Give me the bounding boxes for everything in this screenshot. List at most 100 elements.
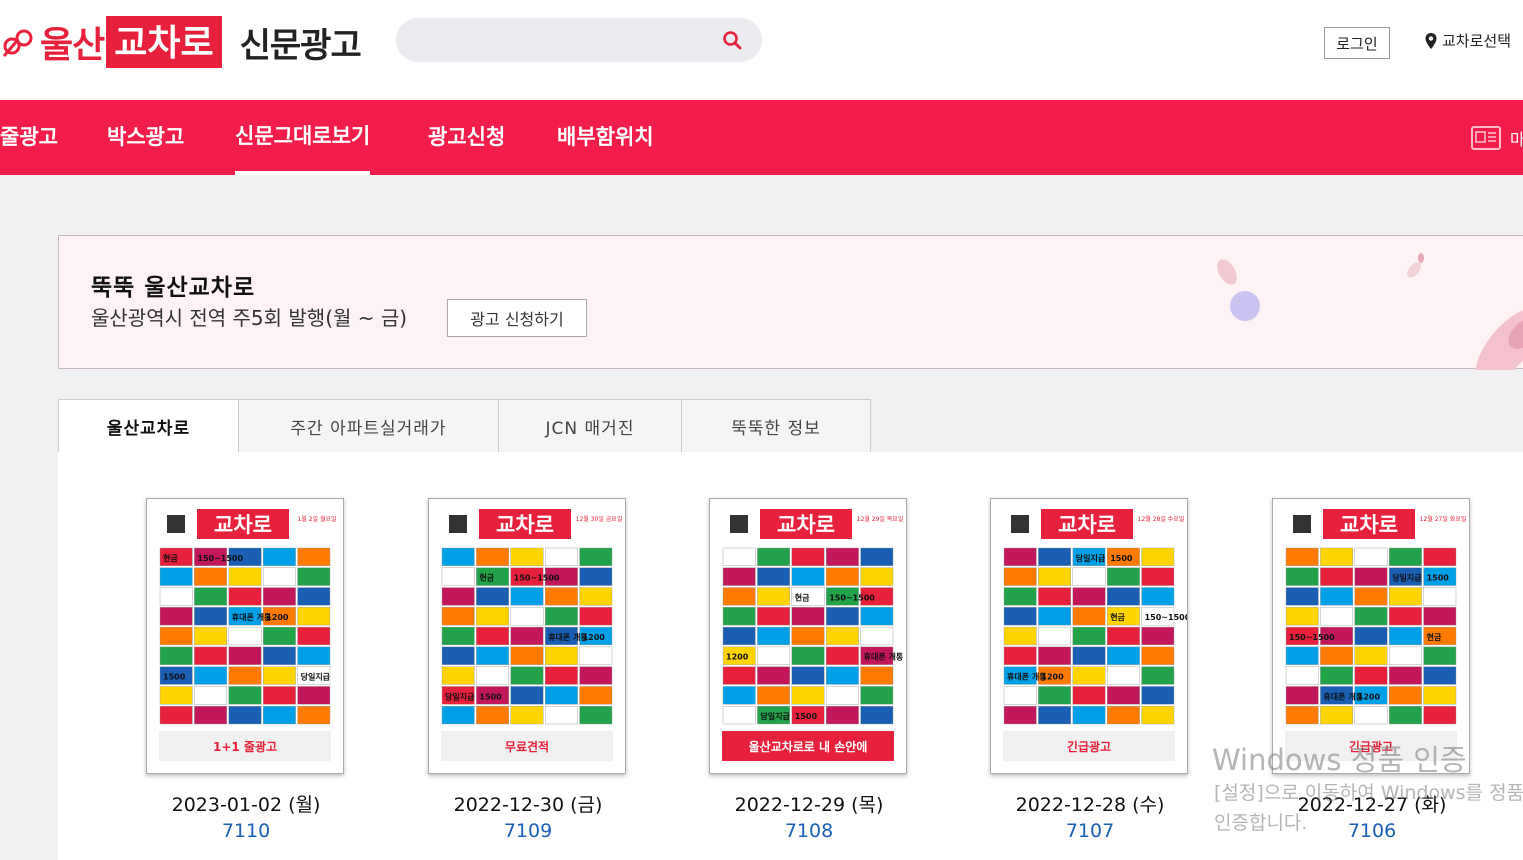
thumb-ad-text: 현금 [1110,612,1125,622]
thumb-ad-block [194,706,228,725]
thumb-ad-block [1285,587,1319,606]
thumb-date: 12월 27일 화요일 [1420,515,1467,523]
thumb-ad-block [194,686,228,705]
thumb-ad-block [297,706,331,725]
thumb-ad-block [1038,686,1072,705]
thumb-ad-block [1038,626,1072,646]
activation-watermark-text: [설정]으로 이동하여 Windows를 정품 인증합니다. [1214,782,1523,834]
thumb-ad-block [722,607,756,626]
thumb-ad-block [825,706,859,725]
tab-smart-info[interactable]: 뚝뚝한 정보 [682,399,871,453]
thumb-ad-block [262,686,296,705]
issue-card[interactable]: 교차로 12월 30일 금요일 현금 휴대폰 개통 당일지급 150~1500 1200 15… [428,498,628,842]
thumb-ad-block [860,567,894,586]
thumb-ad-block [544,646,578,665]
issue-thumbnail[interactable]: 교차로 12월 28일 수요일 현금 휴대폰 개통 당일지급 150~1500 1200 15… [990,498,1188,774]
nav-item-ad-request[interactable]: 광고신청 [428,100,505,175]
search-input[interactable] [414,26,714,54]
thumb-ad-block [791,686,825,705]
thumb-ad-block [262,626,296,646]
nav-item-newspaper-view[interactable]: 신문그대로보기 [235,100,371,175]
thumb-ad-block [825,607,859,626]
thumb-ad-block [825,646,859,665]
login-button[interactable]: 로그인 [1324,27,1390,59]
thumb-ad-block [1141,646,1175,665]
issue-thumbnail[interactable]: 교차로 12월 30일 금요일 현금 휴대폰 개통 당일지급 150~1500 1200 15… [428,498,626,774]
thumb-ad-block [441,567,475,586]
thumb-ad-block [1141,626,1175,646]
thumb-ad-block [510,666,544,685]
thumb-ad-text: 당일지급 [760,711,790,721]
petal-decoration-icon [1217,253,1523,370]
thumb-footer-text: 무료견적 [505,739,549,754]
thumb-ad-block [757,567,791,586]
thumb-ad-block [722,706,756,725]
thumb-ad-block [579,547,613,566]
issue-thumbnail[interactable]: 교차로 1월 2일 월요일 현금 휴대폰 개통 당일지급 150~1500 1200 1500… [146,498,344,774]
thumb-ad-block [1388,607,1422,626]
thumb-ad-block [159,607,193,626]
thumb-ad-block [262,706,296,725]
thumb-ad-text: 1500 [479,692,502,701]
issue-thumbnail[interactable]: 교차로 12월 29일 목요일 현금 휴대폰 개통 당일지급 150~1500 1200 15… [709,498,907,774]
thumb-ad-block [1072,587,1106,606]
tab-ulsan-gyocharo[interactable]: 울산교차로 [58,399,239,453]
newspaper-page-icon: 교차로 12월 27일 화요일현금휴대폰 개통당일지급150~1500120015… [1273,499,1469,773]
issue-card[interactable]: 교차로 12월 27일 화요일 현금 휴대폰 개통 당일지급 150~1500 1200 15… [1272,498,1472,842]
thumb-masthead: 교차로 [1058,513,1116,537]
thumb-ad-text: 150~1500 [197,554,243,563]
thumb-ad-block [262,646,296,665]
site-logo[interactable]: 울산 교차로 신문광고 [0,14,362,70]
tab-weekly-apartment-prices[interactable]: 주간 아파트실거래가 [239,399,499,453]
issue-thumbnail[interactable]: 교차로 12월 27일 화요일 현금 휴대폰 개통 당일지급 150~1500 1200 15… [1272,498,1470,774]
issue-number-link[interactable]: 7107 [990,820,1190,842]
issue-card[interactable]: 교차로 1월 2일 월요일 현금 휴대폰 개통 당일지급 150~1500 1200 1500… [146,498,346,842]
thumb-ad-block [544,706,578,725]
thumb-ad-block [1003,686,1037,705]
thumb-ad-block [476,607,510,626]
search-icon[interactable] [722,30,742,50]
thumb-ad-block [1423,587,1457,606]
thumb-ad-block [441,646,475,665]
thumb-ad-block [1388,646,1422,665]
nav-item-box-ads[interactable]: 박스광고 [107,100,184,175]
thumb-ad-block [1072,666,1106,685]
ad-request-button[interactable]: 광고 신청하기 [447,299,587,337]
issue-number-link[interactable]: 7109 [428,820,628,842]
thumb-ad-text: 1200 [583,633,606,642]
thumb-ad-block [228,567,262,586]
thumb-ad-block [476,666,510,685]
thumb-ad-block [1423,686,1457,705]
region-selector[interactable]: 교차로선택 [1424,30,1511,51]
issue-date: 2022-12-29 (목) [734,794,884,816]
thumb-ad-block [1423,706,1457,725]
thumb-ad-block [228,686,262,705]
thumb-ad-block [1354,607,1388,626]
tab-jcn-magazine[interactable]: JCN 매거진 [499,399,682,453]
nav-item-distribution-location[interactable]: 배부함위치 [557,100,654,175]
thumb-ad-text: 당일지급 [1076,553,1106,563]
thumb-ad-block [579,567,613,586]
nav-right-label[interactable]: 마 [1510,126,1523,150]
thumb-ad-block [441,607,475,626]
thumb-ad-block [1003,706,1037,725]
thumb-ad-block [1003,547,1037,566]
thumb-ad-block [757,686,791,705]
thumb-ad-text: 당일지급 [445,691,475,701]
newspaper-icon[interactable] [1470,124,1502,152]
thumb-ad-block [579,587,613,606]
issue-number-link[interactable]: 7110 [146,820,346,842]
thumb-ad-block [159,686,193,705]
issue-card[interactable]: 교차로 12월 29일 목요일 현금 휴대폰 개통 당일지급 150~1500 1200 15… [709,498,909,842]
thumb-ad-block [544,686,578,705]
issue-number-link[interactable]: 7108 [709,820,909,842]
thumb-ad-block [1423,666,1457,685]
thumb-ad-block [228,666,262,685]
thumb-ad-text: 150~1500 [514,574,560,583]
thumb-ad-block [1320,666,1354,685]
thumb-ad-block [791,567,825,586]
thumb-ad-block [159,587,193,606]
intro-banner: 뚝뚝 울산교차로 울산광역시 전역 주5회 발행(월 ~ 금) 광고 신청하기 [58,235,1523,370]
nav-item-line-ads[interactable]: 줄광고 [0,100,58,175]
issue-card[interactable]: 교차로 12월 28일 수요일 현금 휴대폰 개통 당일지급 150~1500 1200 15… [990,498,1190,842]
